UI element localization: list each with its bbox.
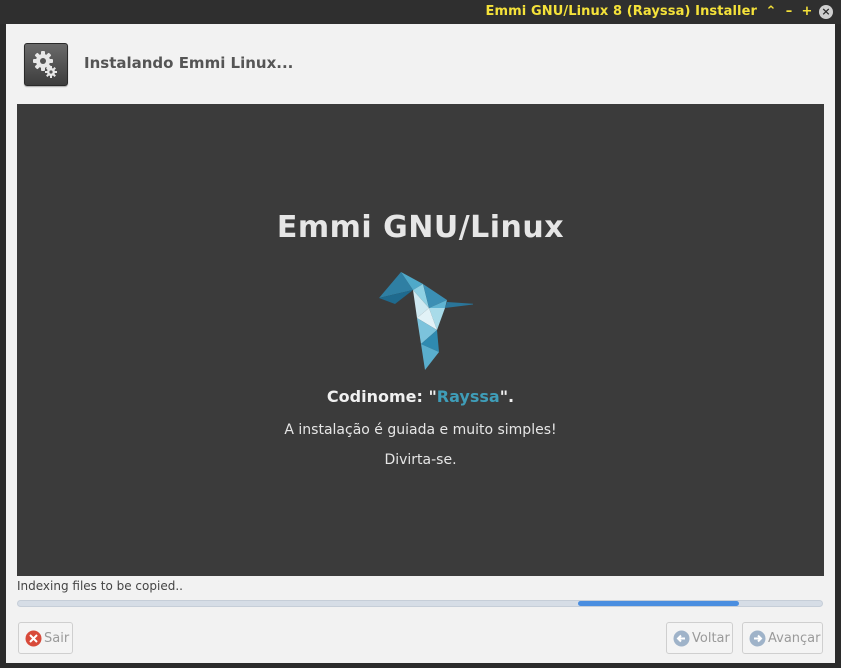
next-button[interactable]: Avançar <box>742 622 823 654</box>
installer-client-area: Instalando Emmi Linux... Emmi GNU/Linux <box>6 24 835 663</box>
progress-bar-pulse <box>578 601 739 606</box>
slide-title: Emmi GNU/Linux <box>276 210 565 245</box>
minimize-button[interactable]: – <box>781 3 797 21</box>
back-button[interactable]: Voltar <box>666 622 733 654</box>
shade-button[interactable]: ⌃ <box>763 3 779 21</box>
gears-icon <box>24 43 68 86</box>
slide-tagline: Divirta-se. <box>384 452 457 468</box>
codename-suffix: ". <box>499 387 515 406</box>
installer-slide: Emmi GNU/Linux Codinome: "Rayssa". A ins… <box>17 104 824 576</box>
status-text: Indexing files to be copied.. <box>17 579 183 593</box>
codename-prefix: Codinome: " <box>326 387 437 406</box>
next-arrow-icon <box>749 630 766 647</box>
page-title: Instalando Emmi Linux... <box>84 54 294 72</box>
back-label: Voltar <box>692 630 730 646</box>
quit-label: Sair <box>44 630 70 646</box>
back-arrow-icon <box>673 630 690 647</box>
window-title: Emmi GNU/Linux 8 (Rayssa) Installer <box>485 4 757 19</box>
quit-icon <box>25 630 42 647</box>
maximize-button[interactable]: + <box>799 3 815 21</box>
installer-window: Emmi GNU/Linux 8 (Rayssa) Installer ⌃ – … <box>0 0 841 668</box>
next-label: Avançar <box>768 630 821 646</box>
quit-button[interactable]: Sair <box>18 622 73 654</box>
progress-bar <box>17 600 823 607</box>
close-button[interactable]: × <box>819 5 833 19</box>
title-bar[interactable]: Emmi GNU/Linux 8 (Rayssa) Installer ⌃ – … <box>0 0 841 24</box>
hummingbird-logo <box>367 264 477 370</box>
codename-value: Rayssa <box>436 387 500 406</box>
codename-text: Codinome: "Rayssa". <box>17 387 824 406</box>
slide-description: A instalação é guiada e muito simples! <box>284 422 557 438</box>
